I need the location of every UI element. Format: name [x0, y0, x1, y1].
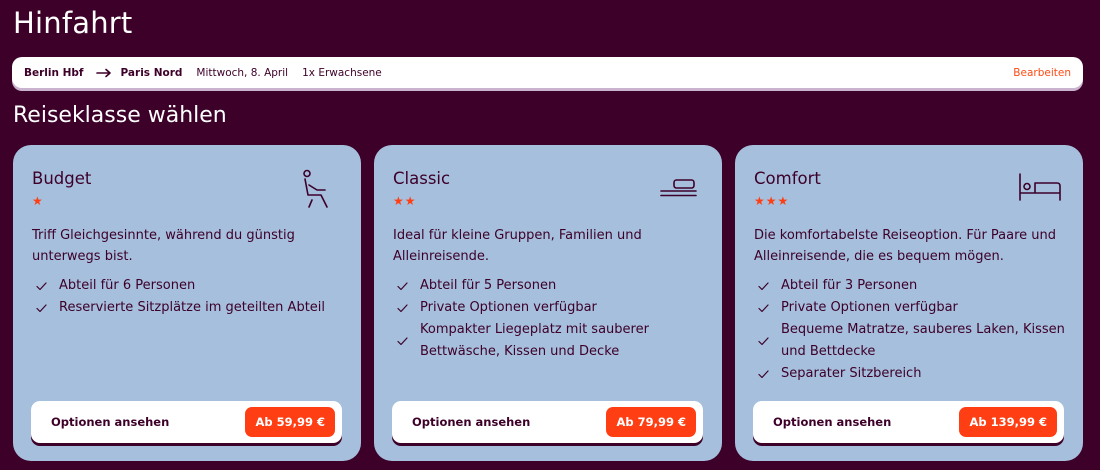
feature-text: Separater Sitzbereich — [781, 366, 922, 381]
view-options-button[interactable]: Optionen ansehen Ab 79,99 € — [392, 401, 703, 443]
feature-item: Bequeme Matratze, sauberes Laken, Kissen… — [754, 319, 1074, 363]
star-rating: ★★★ — [754, 194, 790, 208]
feature-text: Bequeme Matratze, sauberes Laken, Kissen… — [781, 322, 1065, 359]
checkmark-icon — [396, 281, 408, 291]
price-badge: Ab 79,99 € — [606, 407, 696, 437]
feature-text: Abteil für 5 Personen — [420, 278, 557, 293]
trip-summary-bar: Berlin Hbf Paris Nord Mittwoch, 8. April… — [12, 57, 1083, 88]
arrow-right-icon — [95, 68, 112, 78]
feature-text: Reservierte Sitzplätze im geteilten Abte… — [59, 300, 326, 315]
passenger-count: 1x Erwachsene — [302, 66, 382, 79]
feature-item: Abteil für 5 Personen — [393, 275, 713, 297]
view-options-button[interactable]: Optionen ansehen Ab 59,99 € — [31, 401, 342, 443]
card-description: Die komfortabelste Reiseoption. Für Paar… — [754, 228, 1057, 264]
feature-text: Private Optionen verfügbar — [420, 300, 597, 315]
edit-trip-link[interactable]: Bearbeiten — [1013, 67, 1071, 79]
section-title: Reiseklasse wählen — [13, 103, 227, 128]
price-badge: Ab 139,99 € — [959, 407, 1057, 437]
feature-text: Kompakter Liegeplatz mit sauberer Bettwä… — [420, 322, 649, 359]
card-title: Comfort — [754, 169, 821, 188]
origin-station: Berlin Hbf — [24, 66, 84, 79]
destination-station: Paris Nord — [120, 66, 183, 79]
view-options-label: Optionen ansehen — [51, 415, 170, 429]
class-card-budget: Budget ★ Triff Gleichgesinnte, während d… — [13, 145, 361, 461]
card-description: Ideal für kleine Gruppen, Familien und A… — [393, 228, 642, 264]
page: Hinfahrt Berlin Hbf Paris Nord Mittwoch,… — [0, 0, 1100, 470]
feature-item: Abteil für 3 Personen — [754, 275, 1074, 297]
checkmark-icon — [35, 281, 47, 291]
checkmark-icon — [757, 303, 769, 313]
checkmark-icon — [396, 303, 408, 313]
feature-item: Private Optionen verfügbar — [754, 297, 1074, 319]
card-description: Triff Gleichgesinnte, während du günstig… — [32, 228, 295, 264]
feature-item: Private Optionen verfügbar — [393, 297, 713, 319]
view-options-button[interactable]: Optionen ansehen Ab 139,99 € — [753, 401, 1064, 443]
star-rating: ★★ — [393, 194, 417, 208]
feature-item: Abteil für 6 Personen — [32, 275, 352, 297]
view-options-label: Optionen ansehen — [412, 415, 531, 429]
checkmark-icon — [757, 336, 769, 346]
feature-item: Reservierte Sitzplätze im geteilten Abte… — [32, 297, 352, 319]
view-options-label: Optionen ansehen — [773, 415, 892, 429]
page-title: Hinfahrt — [13, 6, 133, 40]
bed-icon — [1018, 172, 1062, 206]
checkmark-icon — [35, 303, 47, 313]
feature-item: Separater Sitzbereich — [754, 363, 1074, 385]
card-title: Budget — [32, 169, 92, 188]
star-rating: ★ — [32, 194, 44, 208]
card-title: Classic — [393, 169, 451, 188]
seat-icon — [301, 169, 335, 213]
couchette-icon — [660, 178, 698, 202]
feature-text: Private Optionen verfügbar — [781, 300, 958, 315]
feature-item: Kompakter Liegeplatz mit sauberer Bettwä… — [393, 319, 713, 363]
checkmark-icon — [757, 369, 769, 379]
checkmark-icon — [757, 281, 769, 291]
class-card-comfort: Comfort ★★★ Die komfortabelste Reiseopti… — [735, 145, 1083, 461]
checkmark-icon — [396, 336, 408, 346]
feature-text: Abteil für 6 Personen — [59, 278, 196, 293]
travel-date: Mittwoch, 8. April — [196, 66, 289, 79]
feature-list: Abteil für 5 Personen Private Optionen v… — [393, 275, 713, 363]
feature-list: Abteil für 6 Personen Reservierte Sitzpl… — [32, 275, 352, 319]
feature-text: Abteil für 3 Personen — [781, 278, 918, 293]
price-badge: Ab 59,99 € — [245, 407, 335, 437]
class-card-classic: Classic ★★ Ideal für kleine Gruppen, Fam… — [374, 145, 722, 461]
feature-list: Abteil für 3 Personen Private Optionen v… — [754, 275, 1074, 385]
